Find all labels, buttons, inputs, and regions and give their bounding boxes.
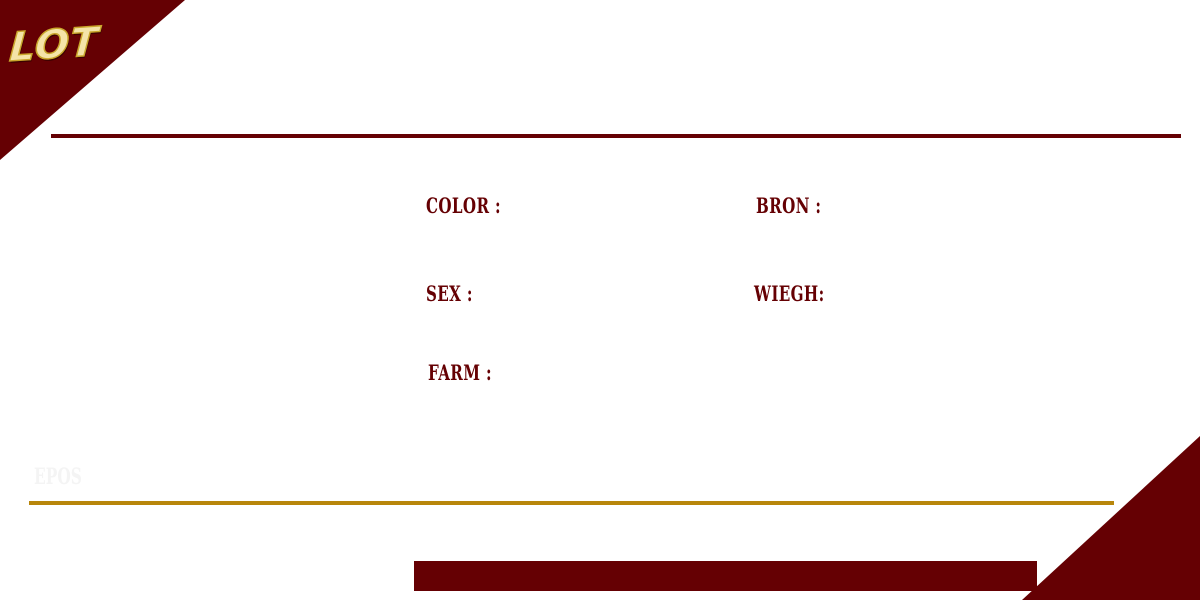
lot-title: LOT xyxy=(7,18,101,72)
top-divider xyxy=(51,134,1181,138)
farm-label: FARM : xyxy=(428,360,492,385)
gold-divider xyxy=(29,501,1114,505)
faint-watermark: EPOS xyxy=(34,464,82,490)
bottom-right-corner-triangle xyxy=(1022,436,1200,600)
wiegh-label: WIEGH: xyxy=(754,281,825,306)
color-label: COLOR : xyxy=(426,193,501,218)
bottom-banner-bar xyxy=(414,561,1037,591)
lot-card: LOT COLOR : BRON : SEX : WIEGH: FARM : E… xyxy=(0,0,1200,600)
bron-label: BRON : xyxy=(756,193,822,218)
sex-label: SEX : xyxy=(426,281,473,306)
